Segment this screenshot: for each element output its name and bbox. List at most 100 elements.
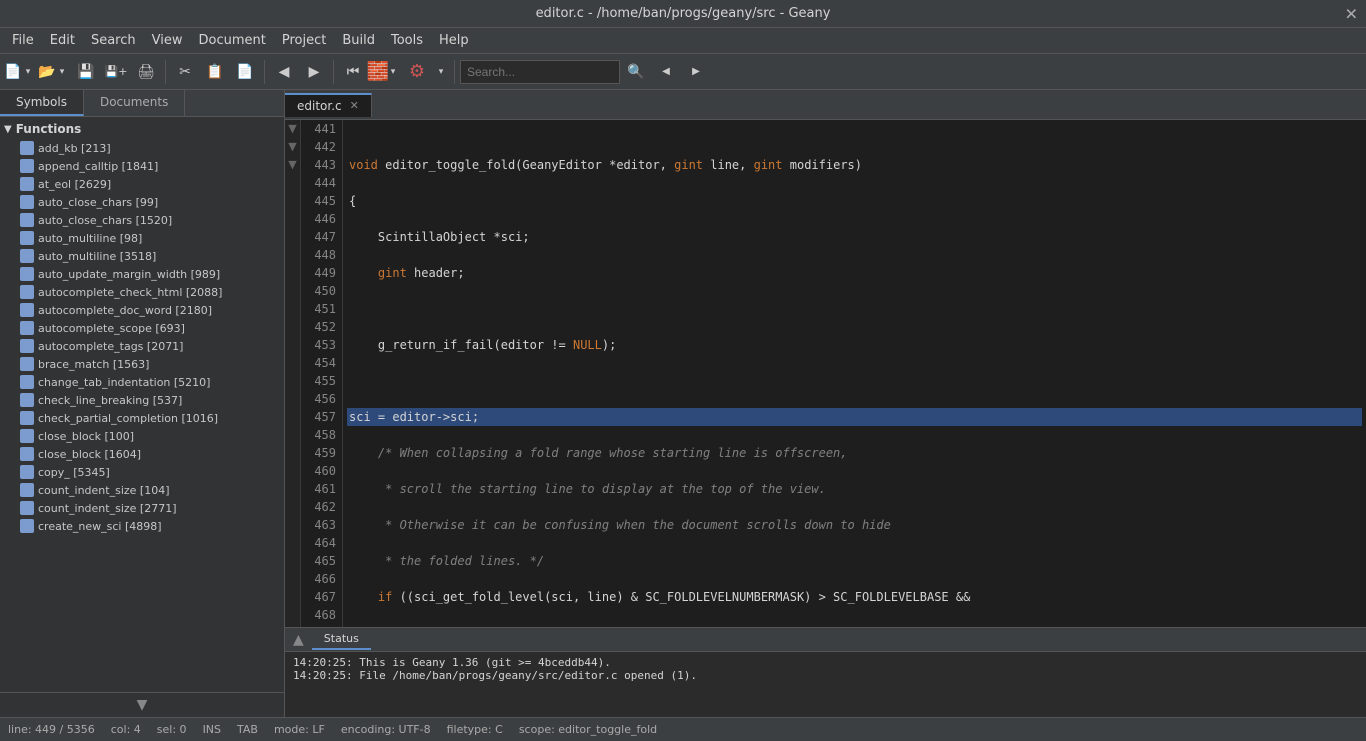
menu-item-search[interactable]: Search: [83, 31, 144, 50]
output-collapse-button[interactable]: ▲: [285, 630, 312, 650]
tree-item[interactable]: auto_update_margin_width [989]: [0, 265, 284, 283]
line-number: 443: [307, 156, 336, 174]
tree-item[interactable]: at_eol [2629]: [0, 175, 284, 193]
menu-item-help[interactable]: Help: [431, 31, 477, 50]
tab-documents[interactable]: Documents: [84, 90, 185, 116]
print-button[interactable]: 🖨: [132, 58, 160, 86]
line-number: 455: [307, 372, 336, 390]
line-number: 449: [307, 264, 336, 282]
editor-tab-main[interactable]: editor.c ✕: [285, 93, 372, 117]
status-col-info: col: 4: [111, 723, 141, 736]
sidebar-content[interactable]: ▼ Functions add_kb [213]append_calltip […: [0, 117, 284, 692]
tree-item-label: autocomplete_doc_word [2180]: [38, 304, 212, 317]
cut-button[interactable]: ✂: [171, 58, 199, 86]
save-all-button[interactable]: 💾+: [102, 58, 130, 86]
copy-button[interactable]: 📋: [201, 58, 229, 86]
tree-item[interactable]: close_block [100]: [0, 427, 284, 445]
output-tab-status[interactable]: Status: [312, 629, 371, 650]
editor-tab-label: editor.c: [297, 99, 342, 113]
tree-item[interactable]: count_indent_size [2771]: [0, 499, 284, 517]
status-line-info: line: 449 / 5356: [8, 723, 95, 736]
close-button[interactable]: ✕: [1345, 4, 1358, 23]
fold-marker[interactable]: ▼: [285, 138, 300, 156]
navigate-back-button[interactable]: ⏮: [339, 58, 367, 86]
function-icon: [20, 465, 34, 479]
save-button[interactable]: 💾: [72, 58, 100, 86]
tree-item[interactable]: create_new_sci [4898]: [0, 517, 284, 535]
undo-button[interactable]: ◀: [270, 58, 298, 86]
menu-item-document[interactable]: Document: [190, 31, 273, 50]
tree-item-label: copy_ [5345]: [38, 466, 110, 479]
tree-arrow: ▼: [4, 124, 12, 135]
menu-item-edit[interactable]: Edit: [42, 31, 83, 50]
build-dropdown[interactable]: ▾: [386, 58, 400, 86]
tree-item[interactable]: auto_multiline [98]: [0, 229, 284, 247]
run-group: ▾: [433, 58, 449, 86]
tree-item[interactable]: count_indent_size [104]: [0, 481, 284, 499]
tree-item[interactable]: autocomplete_scope [693]: [0, 319, 284, 337]
code-line: * the folded lines. */: [347, 552, 1362, 570]
tree-item[interactable]: check_line_breaking [537]: [0, 391, 284, 409]
tree-item[interactable]: change_tab_indentation [5210]: [0, 373, 284, 391]
menu-item-build[interactable]: Build: [334, 31, 383, 50]
editor-tab-close[interactable]: ✕: [350, 99, 359, 112]
redo-button[interactable]: ▶: [300, 58, 328, 86]
line-number: 451: [307, 300, 336, 318]
build-button[interactable]: 🧱: [370, 58, 386, 86]
menu-item-tools[interactable]: Tools: [383, 31, 431, 50]
line-number: 467: [307, 588, 336, 606]
search-input[interactable]: [460, 60, 620, 84]
new-file-dropdown[interactable]: ▾: [21, 58, 35, 86]
fold-gutter: ▼▼▼: [285, 120, 301, 627]
code-line: if ((sci_get_fold_level(sci, line) & SC_…: [347, 588, 1362, 606]
menu-item-view[interactable]: View: [144, 31, 191, 50]
search-prev-button[interactable]: ◀: [652, 58, 680, 86]
tree-item[interactable]: auto_close_chars [1520]: [0, 211, 284, 229]
functions-header[interactable]: ▼ Functions: [0, 119, 284, 139]
tree-item[interactable]: autocomplete_tags [2071]: [0, 337, 284, 355]
fold-marker[interactable]: ▼: [285, 156, 300, 174]
tree-item-label: close_block [100]: [38, 430, 134, 443]
sidebar-collapse-button[interactable]: ▼: [137, 697, 148, 713]
search-button[interactable]: 🔍: [622, 58, 650, 86]
tree-item[interactable]: close_block [1604]: [0, 445, 284, 463]
tree-item[interactable]: check_partial_completion [1016]: [0, 409, 284, 427]
tree-item[interactable]: auto_multiline [3518]: [0, 247, 284, 265]
tree-item[interactable]: append_calltip [1841]: [0, 157, 284, 175]
tree-item[interactable]: brace_match [1563]: [0, 355, 284, 373]
tree-item-label: close_block [1604]: [38, 448, 141, 461]
menu-item-file[interactable]: File: [4, 31, 42, 50]
tree-item-label: check_line_breaking [537]: [38, 394, 182, 407]
tree-item[interactable]: autocomplete_doc_word [2180]: [0, 301, 284, 319]
paste-button[interactable]: 📄: [231, 58, 259, 86]
fold-marker[interactable]: ▼: [285, 120, 300, 138]
tab-symbols[interactable]: Symbols: [0, 90, 84, 116]
code-line: sci = editor->sci;: [347, 408, 1362, 426]
tree-item[interactable]: add_kb [213]: [0, 139, 284, 157]
function-icon: [20, 483, 34, 497]
run-button[interactable]: ⚙: [403, 58, 431, 86]
function-icon: [20, 159, 34, 173]
new-file-button[interactable]: 📄: [5, 58, 21, 86]
run-dropdown[interactable]: ▾: [434, 58, 448, 86]
function-icon: [20, 303, 34, 317]
tree-item[interactable]: auto_close_chars [99]: [0, 193, 284, 211]
open-file-dropdown[interactable]: ▾: [55, 58, 69, 86]
separator-3: [333, 60, 334, 84]
tree-item-label: autocomplete_tags [2071]: [38, 340, 183, 353]
line-number: 465: [307, 552, 336, 570]
code-area[interactable]: void editor_toggle_fold(GeanyEditor *edi…: [343, 120, 1366, 627]
title-bar: editor.c - /home/ban/progs/geany/src - G…: [0, 0, 1366, 28]
editor-area: editor.c ✕ ▼▼▼ 4414424434444454464474484…: [285, 90, 1366, 717]
line-number: 453: [307, 336, 336, 354]
function-icon: [20, 249, 34, 263]
code-line: void editor_toggle_fold(GeanyEditor *edi…: [347, 156, 1362, 174]
open-file-button[interactable]: 📂: [39, 58, 55, 86]
tree-item[interactable]: autocomplete_check_html [2088]: [0, 283, 284, 301]
separator-2: [264, 60, 265, 84]
menu-item-project[interactable]: Project: [274, 31, 334, 50]
code-line: gint header;: [347, 264, 1362, 282]
sidebar: Symbols Documents ▼ Functions add_kb [21…: [0, 90, 285, 717]
tree-item[interactable]: copy_ [5345]: [0, 463, 284, 481]
search-next-button[interactable]: ▶: [682, 58, 710, 86]
